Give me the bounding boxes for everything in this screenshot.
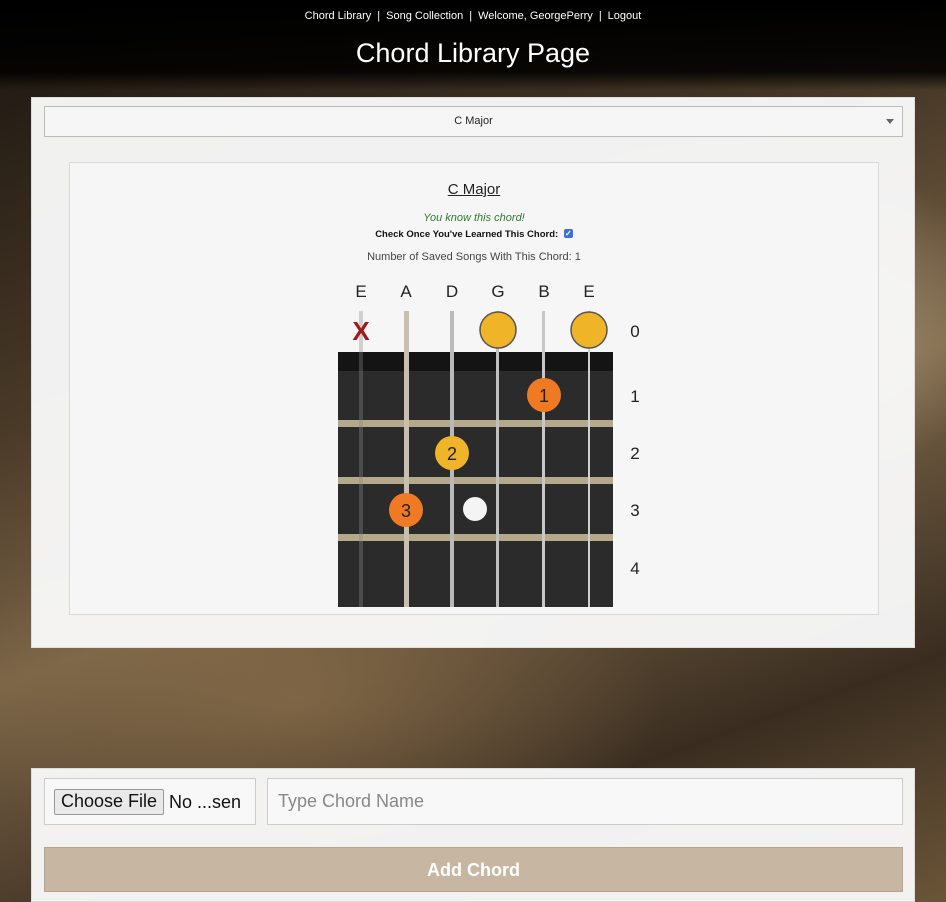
fret-number: 0 <box>630 322 639 341</box>
string-line <box>359 311 363 607</box>
file-upload-field[interactable]: Choose File No ...sen <box>44 778 256 825</box>
fret-wire <box>338 534 613 541</box>
chord-select-value: C Major <box>454 115 493 127</box>
add-chord-button[interactable]: Add Chord <box>44 847 903 892</box>
open-string-marker <box>479 311 517 349</box>
nav-chord-library[interactable]: Chord Library <box>305 10 372 22</box>
file-status: No ...sen <box>169 792 242 812</box>
string-label: E <box>583 282 594 301</box>
fret-wire <box>338 420 613 427</box>
string-label: D <box>446 282 458 301</box>
fret-inlay-dot <box>463 497 487 521</box>
chord-select[interactable]: C Major <box>44 106 903 137</box>
nav-song-collection[interactable]: Song Collection <box>386 10 463 22</box>
finger-number: 2 <box>447 444 457 464</box>
fret-wire <box>338 477 613 484</box>
string-line <box>588 311 590 607</box>
choose-file-button[interactable]: Choose File <box>54 789 165 815</box>
nav-logout[interactable]: Logout <box>608 10 642 22</box>
fret-number: 3 <box>630 501 639 520</box>
string-label: G <box>491 282 504 301</box>
string-line <box>542 311 545 607</box>
string-label: E <box>355 282 366 301</box>
fretboard-diagram: E A D G B E 0 1 2 3 4 X 1 2 3 <box>338 282 640 607</box>
chord-card: C Major You know this chord! Check Once … <box>69 162 879 615</box>
nav-separator: | <box>598 10 602 22</box>
top-nav: Chord Library | Song Collection | Welcome, G… <box>0 10 946 22</box>
muted-string-marker: X <box>352 316 370 346</box>
nav-welcome: Welcome, GeorgePerry <box>478 10 593 22</box>
string-line <box>404 311 409 607</box>
fret-number: 2 <box>630 444 639 463</box>
open-string-marker <box>570 311 608 349</box>
string-line <box>496 311 499 607</box>
page-title: Chord Library Page <box>355 38 591 68</box>
nav-separator: | <box>469 10 473 22</box>
finger-number: 3 <box>401 501 411 521</box>
chord-name-input[interactable]: Type Chord Name <box>267 778 903 825</box>
fret-number: 4 <box>630 559 639 578</box>
nut <box>338 352 613 371</box>
string-label: A <box>400 282 412 301</box>
add-chord-form: Choose File No ...sen Type Chord Name Ad… <box>31 768 915 902</box>
chord-panel: C Major C Major You know this chord! Che… <box>31 97 915 648</box>
chevron-down-icon <box>886 119 894 124</box>
string-label: B <box>538 282 549 301</box>
fret-number: 1 <box>630 387 639 406</box>
nav-separator: | <box>377 10 381 22</box>
finger-number: 1 <box>539 386 549 406</box>
